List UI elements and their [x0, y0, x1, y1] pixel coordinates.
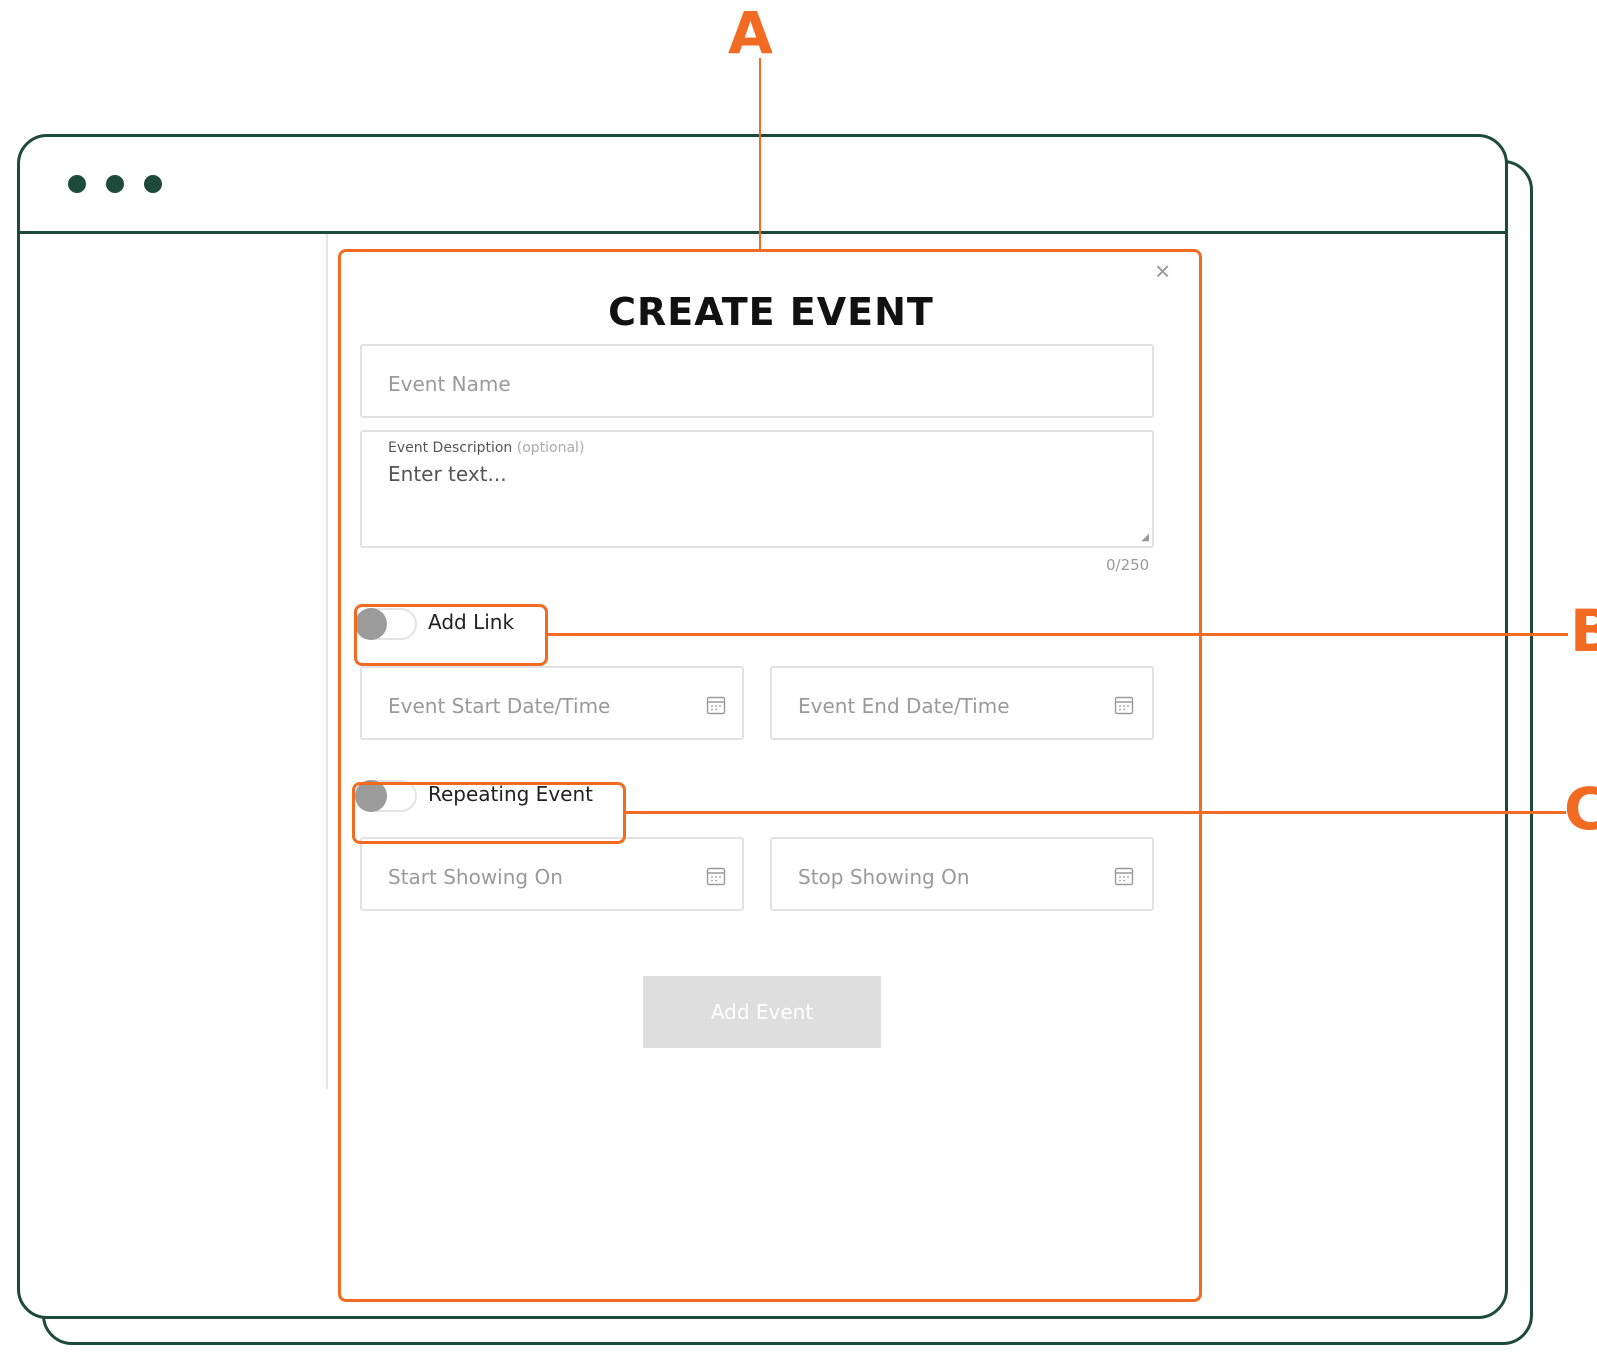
callout-c-line	[626, 811, 1566, 814]
callout-b-letter: B	[1570, 597, 1597, 665]
callout-c-letter: C	[1564, 775, 1597, 843]
annotated-screenshot: × CREATE EVENT Event Name Event Descript…	[0, 0, 1597, 1354]
window-dot-icon	[68, 175, 86, 193]
sidebar-divider	[326, 234, 328, 1089]
callout-a-line	[759, 58, 761, 249]
window-title-bar	[20, 137, 1505, 234]
window-dot-icon	[144, 175, 162, 193]
callout-a-letter: A	[728, 0, 773, 67]
callout-a-box	[338, 249, 1202, 1302]
callout-b-box	[354, 604, 548, 666]
callout-c-box	[352, 782, 626, 844]
window-dot-icon	[106, 175, 124, 193]
callout-b-line	[548, 633, 1568, 636]
